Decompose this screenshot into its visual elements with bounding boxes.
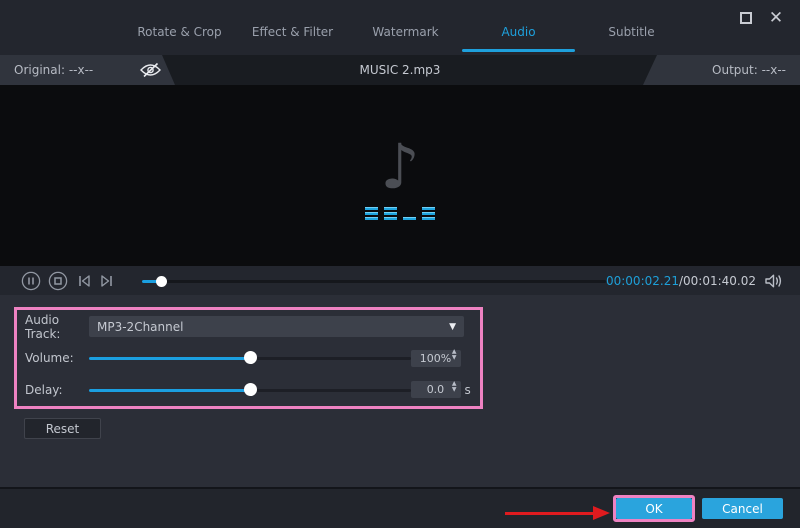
tab-subtitle[interactable]: Subtitle xyxy=(575,12,688,52)
current-time: 00:00:02.21 xyxy=(605,273,679,288)
output-resolution-label: Output: --x-- xyxy=(712,63,786,77)
spinner-down-icon[interactable]: ▼ xyxy=(452,386,457,396)
delay-spinner: 0.0 ▲ ▼ xyxy=(411,380,461,398)
delay-unit: s xyxy=(464,382,471,397)
previous-frame-icon xyxy=(78,274,90,287)
delay-row: Delay: 0.0 ▲ ▼ s xyxy=(17,375,480,405)
next-frame-button[interactable] xyxy=(98,271,118,291)
volume-slider-thumb[interactable] xyxy=(244,351,257,364)
output-info-panel: Output: --x-- xyxy=(643,55,800,85)
chevron-down-icon: ▼ xyxy=(449,321,456,332)
seek-slider[interactable] xyxy=(142,271,606,291)
volume-spinner: 100% ▲ ▼ xyxy=(411,349,461,367)
tab-strip: Rotate & Crop Effect & Filter Watermark … xyxy=(123,12,688,52)
volume-row: Volume: 100% ▲ ▼ xyxy=(17,343,480,373)
eye-hidden-icon xyxy=(140,62,162,78)
tab-audio[interactable]: Audio xyxy=(462,12,575,52)
ok-button-highlight: OK xyxy=(613,495,695,522)
volume-spinner-arrows: ▲ ▼ xyxy=(452,349,457,364)
audio-track-row: Audio Track: MP3-2Channel ▼ xyxy=(17,312,480,342)
equalizer-icon xyxy=(365,206,435,220)
audio-editor-window: Rotate & Crop Effect & Filter Watermark … xyxy=(0,0,800,528)
seek-thumb[interactable] xyxy=(155,275,167,287)
speaker-icon xyxy=(765,274,782,287)
tab-bar: Rotate & Crop Effect & Filter Watermark … xyxy=(0,0,800,55)
close-button[interactable]: ✕ xyxy=(766,8,786,28)
delay-slider[interactable] xyxy=(89,380,411,400)
preview-visibility-toggle[interactable] xyxy=(139,62,162,78)
file-info-bar: Original: --x-- Output: --x-- MUSIC 2.mp… xyxy=(0,55,800,85)
volume-label: Volume: xyxy=(25,351,74,365)
mute-toggle-button[interactable] xyxy=(764,273,783,289)
original-info-panel: Original: --x-- xyxy=(0,55,175,85)
player-bar: 00:00:02.21 / 00:01:40.02 xyxy=(0,266,800,295)
annotation-arrow-icon xyxy=(505,506,610,520)
stop-button[interactable] xyxy=(48,271,68,291)
window-controls: ✕ xyxy=(736,8,786,28)
music-note-icon: ♪ xyxy=(380,129,420,203)
cancel-button[interactable]: Cancel xyxy=(702,498,783,519)
delay-slider-thumb[interactable] xyxy=(244,382,257,396)
previous-frame-button[interactable] xyxy=(74,271,94,291)
audio-track-dropdown[interactable]: MP3-2Channel ▼ xyxy=(89,316,464,337)
reset-button[interactable]: Reset xyxy=(24,418,101,439)
delay-spinner-arrows: ▲ ▼ xyxy=(452,380,457,396)
stop-icon xyxy=(48,271,68,290)
delay-slider-fill xyxy=(89,388,250,392)
next-frame-icon xyxy=(101,274,113,287)
time-display: 00:00:02.21 / 00:01:40.02 xyxy=(606,274,756,288)
tab-rotate-crop[interactable]: Rotate & Crop xyxy=(123,12,236,52)
volume-value: 100% xyxy=(419,351,452,365)
ok-button[interactable]: OK xyxy=(616,498,692,519)
total-time: 00:01:40.02 xyxy=(683,273,756,288)
pause-icon xyxy=(21,271,41,290)
tab-effect-filter[interactable]: Effect & Filter xyxy=(236,12,349,52)
footer-action-bar: OK Cancel xyxy=(0,487,800,528)
audio-settings-panel-highlight: Audio Track: MP3-2Channel ▼ Volume: 100%… xyxy=(14,307,483,409)
pause-button[interactable] xyxy=(21,271,41,291)
audio-settings-section: Audio Track: MP3-2Channel ▼ Volume: 100%… xyxy=(0,295,800,487)
volume-slider-fill xyxy=(89,357,250,360)
delay-label: Delay: xyxy=(25,382,63,397)
maximize-button[interactable] xyxy=(736,8,756,28)
spinner-down-icon[interactable]: ▼ xyxy=(452,355,457,364)
audio-preview-area: ♪ xyxy=(0,85,800,266)
tab-watermark[interactable]: Watermark xyxy=(349,12,462,52)
original-resolution-label: Original: --x-- xyxy=(14,63,94,77)
delay-value: 0.0 xyxy=(426,383,445,396)
maximize-icon xyxy=(740,12,752,24)
audio-track-label: Audio Track: xyxy=(25,312,61,341)
volume-slider[interactable] xyxy=(89,348,411,368)
seek-track[interactable] xyxy=(142,279,606,283)
audio-track-value: MP3-2Channel xyxy=(97,319,184,334)
